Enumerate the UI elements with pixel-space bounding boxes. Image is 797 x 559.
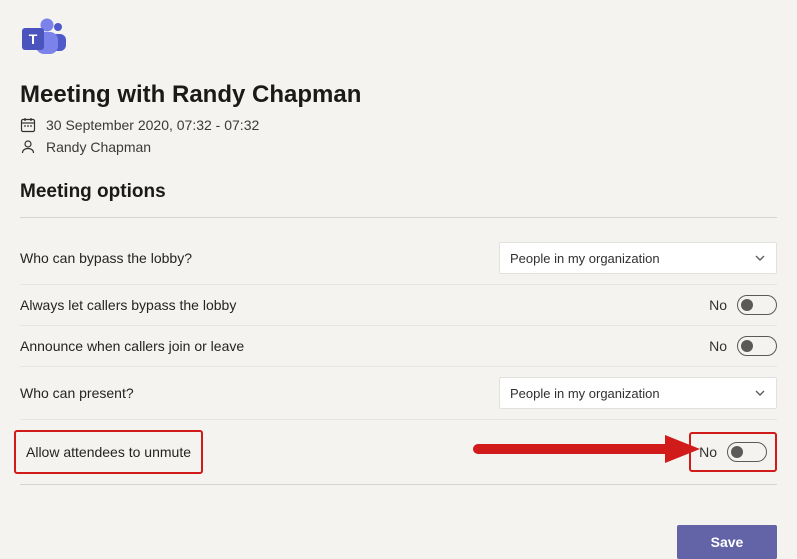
option-label: Allow attendees to unmute: [26, 444, 191, 460]
toggle-label: No: [699, 444, 717, 460]
divider: [20, 484, 777, 485]
annotation-arrow-icon: [470, 429, 700, 469]
divider: [20, 217, 777, 218]
option-callers-bypass: Always let callers bypass the lobby No: [20, 285, 777, 326]
chevron-down-icon: [754, 252, 766, 264]
toggle-label: No: [709, 297, 727, 313]
option-label: Always let callers bypass the lobby: [20, 297, 236, 313]
svg-text:T: T: [29, 31, 38, 47]
section-title: Meeting options: [20, 181, 777, 203]
person-icon: [20, 139, 36, 155]
meeting-organizer-row: Randy Chapman: [20, 139, 777, 155]
option-who-present: Who can present? People in my organizati…: [20, 367, 777, 420]
announce-toggle[interactable]: [737, 336, 777, 356]
select-value: People in my organization: [510, 386, 660, 401]
callers-bypass-toggle[interactable]: [737, 295, 777, 315]
chevron-down-icon: [754, 387, 766, 399]
option-label: Announce when callers join or leave: [20, 338, 244, 354]
meeting-title: Meeting with Randy Chapman: [20, 81, 777, 109]
select-value: People in my organization: [510, 251, 660, 266]
teams-logo: T: [20, 18, 68, 65]
save-button[interactable]: Save: [677, 525, 777, 559]
calendar-icon: [20, 117, 36, 133]
toggle-label: No: [709, 338, 727, 354]
option-label: Who can present?: [20, 385, 134, 401]
meeting-datetime-row: 30 September 2020, 07:32 - 07:32: [20, 117, 777, 133]
highlight-box: Allow attendees to unmute: [14, 430, 203, 474]
highlight-box: No: [689, 432, 777, 472]
option-announce: Announce when callers join or leave No: [20, 326, 777, 367]
who-present-select[interactable]: People in my organization: [499, 377, 777, 409]
option-label: Who can bypass the lobby?: [20, 250, 192, 266]
allow-unmute-toggle[interactable]: [727, 442, 767, 462]
meeting-organizer: Randy Chapman: [46, 139, 151, 155]
meeting-datetime: 30 September 2020, 07:32 - 07:32: [46, 117, 259, 133]
option-lobby-bypass: Who can bypass the lobby? People in my o…: [20, 232, 777, 285]
lobby-bypass-select[interactable]: People in my organization: [499, 242, 777, 274]
